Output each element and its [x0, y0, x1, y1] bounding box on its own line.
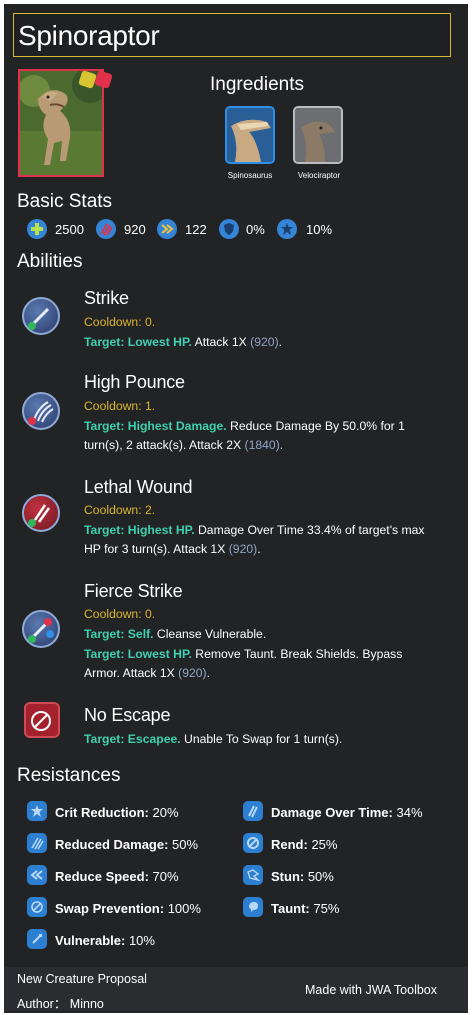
- taunt-icon: [243, 897, 263, 917]
- resistances-heading: Resistances: [17, 765, 121, 786]
- crit-reduction-icon: [27, 801, 47, 821]
- ingredient-label: Velociraptor: [297, 171, 341, 180]
- health-icon: [27, 219, 47, 239]
- stun-icon: [243, 865, 263, 885]
- resistance-item: Damage Over Time: 34%: [271, 805, 423, 820]
- velociraptor-image: [295, 108, 341, 162]
- lethal-wound-icon[interactable]: [22, 494, 60, 532]
- damage-value: 920: [124, 222, 146, 237]
- swap-prevention-icon: [27, 897, 47, 917]
- ability-name: High Pounce: [84, 372, 185, 392]
- ability-name: No Escape: [84, 705, 171, 725]
- no-escape-icon[interactable]: [24, 702, 60, 738]
- speed-icon: [157, 219, 177, 239]
- ability-effect-line: Armor. Attack 1X (920).: [84, 666, 210, 680]
- creature-name: Spinoraptor: [18, 20, 160, 51]
- crit-value: 10%: [306, 222, 333, 237]
- resistance-item: Taunt: 75%: [271, 901, 340, 916]
- abilities-heading: Abilities: [17, 251, 83, 272]
- credit-label: Made with JWA Toolbox: [305, 983, 438, 997]
- high-pounce-icon[interactable]: [22, 392, 60, 430]
- ability-effect-line: Target: Lowest HP. Remove Taunt. Break S…: [84, 647, 403, 661]
- creature-name-box: Spinoraptor: [13, 13, 451, 57]
- resistance-item: Rend: 25%: [271, 837, 338, 852]
- strike-icon[interactable]: [22, 297, 60, 335]
- basic-stats-heading: Basic Stats: [17, 191, 113, 212]
- speed-value: 122: [185, 222, 207, 237]
- ability-effect-line: turn(s), 2 attack(s). Attack 2X (1840).: [84, 438, 284, 452]
- resistance-item: Reduce Speed: 70%: [55, 869, 179, 884]
- ingredient-label: Spinosaurus: [227, 171, 273, 180]
- damage-icon: [96, 219, 116, 239]
- ability-name: Strike: [84, 288, 129, 308]
- ability-name: Lethal Wound: [84, 477, 193, 497]
- proposal-label: New Creature Proposal: [17, 972, 147, 986]
- armor-icon: [219, 219, 239, 239]
- ingredient-velociraptor[interactable]: [293, 106, 343, 164]
- resistance-item: Crit Reduction: 20%: [55, 805, 179, 820]
- reduced-damage-icon: [27, 833, 47, 853]
- resistance-item: Swap Prevention: 100%: [55, 901, 201, 916]
- resistance-item: Vulnerable: 10%: [55, 933, 155, 948]
- armor-value: 0%: [246, 222, 265, 237]
- author-label: Author： Minno: [17, 997, 104, 1011]
- ability-effect-line: Target: Highest Damage. Reduce Damage By…: [84, 419, 405, 433]
- health-value: 2500: [55, 222, 84, 237]
- crit-icon: [277, 219, 297, 239]
- ability-effect-line: Target: Lowest HP. Attack 1X (920).: [84, 335, 283, 349]
- ingredients-heading: Ingredients: [210, 74, 305, 95]
- fierce-strike-icon[interactable]: [22, 610, 60, 648]
- vulnerable-icon: [27, 929, 47, 949]
- ability-cooldown: Cooldown: 2.: [84, 503, 156, 517]
- spinosaurus-image: [227, 108, 273, 162]
- ability-cooldown: Cooldown: 1.: [84, 399, 156, 413]
- damage-over-time-icon: [243, 801, 263, 821]
- resistance-item: Stun: 50%: [271, 869, 334, 884]
- ability-effect-line: Target: Self. Cleanse Vulnerable.: [84, 627, 267, 641]
- ability-cooldown: Cooldown: 0.: [84, 607, 156, 621]
- rend-icon: [243, 833, 263, 853]
- ability-name: Fierce Strike: [84, 581, 183, 601]
- ingredient-spinosaurus[interactable]: [225, 106, 275, 164]
- resistance-item: Reduced Damage: 50%: [55, 837, 199, 852]
- ability-cooldown: Cooldown: 0.: [84, 315, 156, 329]
- ability-effect-line: Target: Escapee. Unable To Swap for 1 tu…: [84, 732, 343, 746]
- reduce-speed-icon: [27, 865, 47, 885]
- ability-effect-line: HP for 3 turn(s). Attack 1X (920).: [84, 542, 261, 556]
- ability-effect-line: Target: Highest HP. Damage Over Time 33.…: [84, 523, 425, 537]
